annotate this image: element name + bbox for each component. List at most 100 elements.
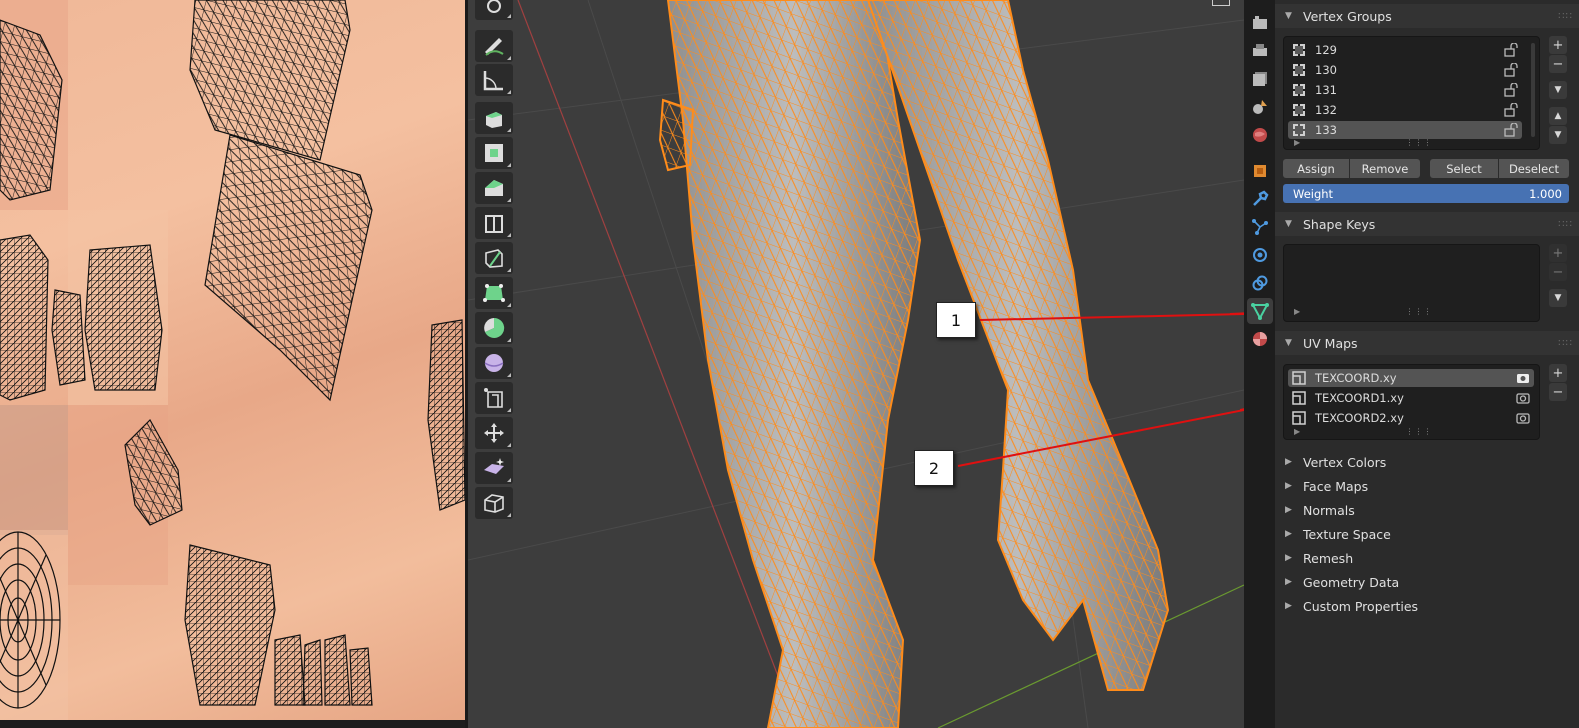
navigation-gizmo[interactable] (1212, 0, 1230, 6)
remove-shape-key-button[interactable]: − (1549, 263, 1567, 281)
render-icon (1253, 16, 1267, 29)
drag-grip-icon[interactable]: ∷∷ (1558, 338, 1573, 349)
tool-measure[interactable] (475, 64, 513, 96)
tab-object-data[interactable] (1247, 298, 1273, 324)
properties-tab-bar (1244, 0, 1275, 728)
uv-map-row[interactable]: TEXCOORD1.xy (1288, 389, 1534, 407)
collapsed-panel-header[interactable]: ▶ Texture Space (1275, 523, 1579, 545)
vertex-groups-header[interactable]: ▼ Vertex Groups ∷∷ (1275, 4, 1579, 28)
uv-editor[interactable] (0, 0, 465, 720)
deselect-button[interactable]: Deselect (1499, 159, 1569, 178)
tab-modifiers[interactable] (1247, 186, 1273, 212)
active-render-camera-icon[interactable] (1516, 391, 1530, 405)
vertex-group-row[interactable]: 133 (1288, 121, 1522, 139)
uv-map-row[interactable]: TEXCOORD2.xy (1288, 409, 1534, 427)
particles-icon (1252, 219, 1268, 235)
active-render-camera-icon[interactable] (1516, 371, 1530, 385)
shape-key-list[interactable]: ▶ ⋮⋮⋮ (1283, 244, 1540, 322)
tool-spin[interactable] (475, 312, 513, 344)
add-vertex-group-button[interactable]: + (1549, 36, 1567, 54)
extrude-region-icon (486, 112, 502, 128)
remove-button[interactable]: Remove (1350, 159, 1420, 178)
uv-map-list[interactable]: TEXCOORD.xy TEXCOORD1.xy TEXCOORD2.xy ▶ ⋮⋮… (1283, 364, 1540, 440)
lock-icon[interactable] (1504, 102, 1518, 117)
tool-smooth[interactable] (475, 347, 513, 379)
vertex-group-icon (1292, 43, 1306, 57)
constraints-icon (1252, 275, 1268, 291)
drag-grip-icon[interactable]: ∷∷ (1558, 11, 1573, 22)
tool-extrude-region[interactable] (475, 102, 513, 134)
collapsed-panel-header[interactable]: ▶ Custom Properties (1275, 595, 1579, 617)
vertex-group-name: 129 (1315, 43, 1337, 57)
add-shape-key-button[interactable]: + (1549, 244, 1567, 262)
tool-edge-slide[interactable] (475, 382, 513, 414)
list-resize-grip-icon[interactable]: ⋮⋮⋮ (1406, 427, 1433, 436)
uv-maps-header[interactable]: ▼ UV Maps ∷∷ (1275, 331, 1579, 355)
tool-shear[interactable] (475, 452, 513, 484)
list-resize-triangle-icon[interactable]: ▶ (1294, 427, 1300, 436)
list-resize-grip-icon[interactable]: ⋮⋮⋮ (1406, 307, 1433, 316)
assign-button[interactable]: Assign (1283, 159, 1349, 178)
panel-title: Texture Space (1303, 526, 1391, 542)
weight-slider[interactable]: Weight 1.000 (1283, 184, 1569, 203)
shape-key-specials-button[interactable]: ▼ (1549, 289, 1567, 307)
uv-island (274, 634, 306, 706)
tool-rip-region[interactable] (475, 487, 513, 519)
tab-world[interactable] (1247, 122, 1273, 148)
tool-annotate[interactable] (475, 30, 513, 62)
list-resize-grip-icon[interactable]: ⋮⋮⋮ (1406, 138, 1433, 147)
weight-label: Weight (1293, 186, 1334, 201)
uv-island (427, 319, 465, 511)
tab-object[interactable] (1247, 158, 1273, 184)
vertex-group-row[interactable]: 131 (1288, 81, 1522, 99)
collapsed-panel-header[interactable]: ▶ Face Maps (1275, 475, 1579, 497)
drag-grip-icon[interactable]: ∷∷ (1558, 219, 1573, 230)
vertex-group-icon (1292, 123, 1306, 137)
collapse-triangle-icon: ▶ (1285, 529, 1292, 539)
tool-inset-faces[interactable] (475, 137, 513, 169)
tool-poly-build[interactable] (475, 277, 513, 309)
list-scrollbar[interactable] (1531, 43, 1535, 137)
list-resize-triangle-icon[interactable]: ▶ (1294, 138, 1300, 147)
vertex-group-row[interactable]: 132 (1288, 101, 1522, 119)
lock-icon[interactable] (1504, 62, 1518, 77)
tool-cursor[interactable] (475, 0, 513, 20)
tool-knife[interactable] (475, 242, 513, 274)
vertex-group-row[interactable]: 130 (1288, 61, 1522, 79)
3d-viewport[interactable] (468, 0, 1244, 728)
active-render-camera-icon[interactable] (1516, 411, 1530, 425)
tab-output[interactable] (1247, 38, 1273, 64)
remove-uv-map-button[interactable]: − (1549, 383, 1567, 401)
tab-physics[interactable] (1247, 242, 1273, 268)
tab-particles[interactable] (1247, 214, 1273, 240)
tab-scene[interactable] (1247, 94, 1273, 120)
collapsed-panel-header[interactable]: ▶ Geometry Data (1275, 571, 1579, 593)
tool-bevel[interactable] (475, 172, 513, 204)
vertex-group-name: 131 (1315, 83, 1337, 97)
collapse-triangle-icon: ▶ (1285, 553, 1292, 563)
tab-constraints[interactable] (1247, 270, 1273, 296)
lock-icon[interactable] (1504, 122, 1518, 137)
lock-icon[interactable] (1504, 42, 1518, 57)
tool-loop-cut[interactable] (475, 207, 513, 239)
tool-shrink-fatten[interactable] (475, 417, 513, 449)
list-resize-triangle-icon[interactable]: ▶ (1294, 307, 1300, 316)
collapsed-panel-header[interactable]: ▶ Vertex Colors (1275, 451, 1579, 473)
collapsed-panel-header[interactable]: ▶ Remesh (1275, 547, 1579, 569)
remove-vertex-group-button[interactable]: − (1549, 55, 1567, 73)
tab-material[interactable] (1247, 326, 1273, 352)
shape-keys-header[interactable]: ▼ Shape Keys ∷∷ (1275, 212, 1579, 236)
arm-mesh (866, 0, 1170, 691)
uv-map-row[interactable]: TEXCOORD.xy (1288, 369, 1534, 387)
tab-render[interactable] (1247, 10, 1273, 36)
move-down-button[interactable]: ▼ (1549, 126, 1567, 144)
tab-view-layer[interactable] (1247, 66, 1273, 92)
select-button[interactable]: Select (1430, 159, 1498, 178)
vertex-group-list[interactable]: 129 130 131 132 133 ▶ ⋮⋮⋮ (1283, 36, 1540, 150)
lock-icon[interactable] (1504, 82, 1518, 97)
collapsed-panel-header[interactable]: ▶ Normals (1275, 499, 1579, 521)
vertex-group-row[interactable]: 129 (1288, 41, 1522, 59)
vertex-group-specials-button[interactable]: ▼ (1549, 81, 1567, 99)
add-uv-map-button[interactable]: + (1549, 364, 1567, 382)
move-up-button[interactable]: ▲ (1549, 107, 1567, 125)
